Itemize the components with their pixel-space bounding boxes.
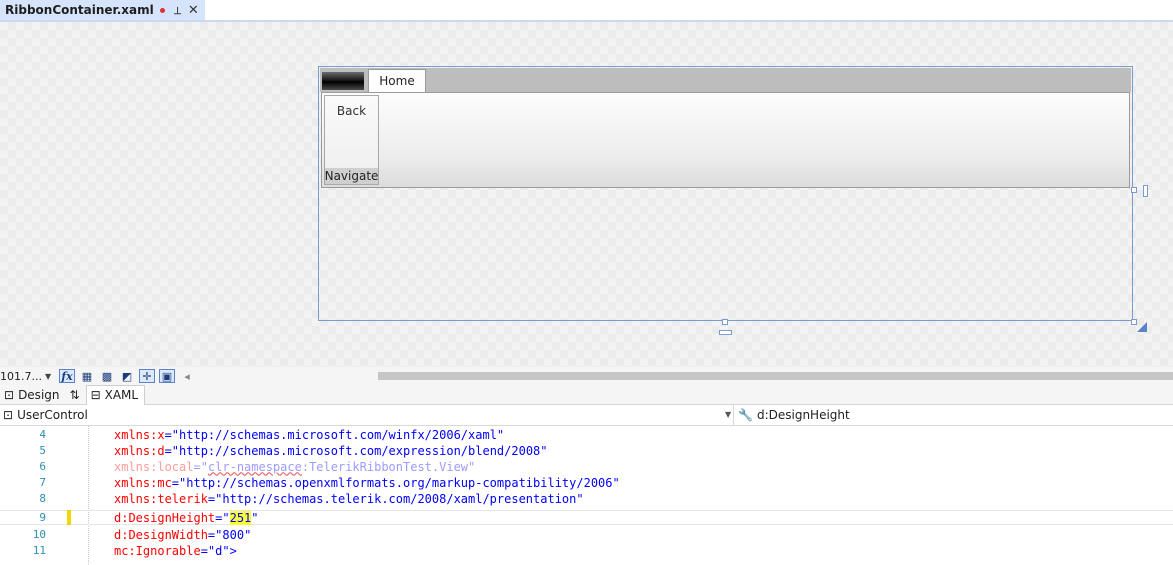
tab-design[interactable]: ⊡ Design [0,385,66,404]
line-number: 5 [39,444,46,457]
element-name: UserControl [17,408,88,422]
horizontal-scrollbar[interactable] [378,372,1173,380]
attribute-name: mc:Ignorable [114,543,201,558]
tag-close: > [229,543,237,558]
bottom-resize-handle[interactable] [722,319,728,325]
attribute-value: http://schemas.microsoft.com/winfx/2006/… [179,427,497,442]
right-resize-handle[interactable] [1131,187,1137,193]
code-line: 8 xmlns:telerik="http://schemas.telerik.… [0,491,1173,506]
effects-icon[interactable]: fx [59,369,75,383]
document-tab[interactable]: RibbonContainer.xaml ⊣ ✕ [0,0,205,20]
design-surface[interactable]: Home Back Navigate [0,22,1173,367]
xaml-icon: ⊟ [90,388,101,402]
usercontrol-frame[interactable]: Home Back Navigate [318,66,1133,321]
code-line: 10 d:DesignWidth="800" [0,527,1173,542]
tab-home[interactable]: Home [368,69,426,92]
chevron-down-icon[interactable]: ▼ [725,410,731,419]
close-icon[interactable]: ✕ [188,3,199,18]
line-number: 9 [39,511,46,524]
attribute-value: http://schemas.openxmlformats.org/markup… [186,475,613,490]
right-height-grip[interactable] [1143,185,1148,197]
element-dropdown[interactable]: ⊡ UserControl [3,408,88,422]
line-number: 8 [39,492,46,505]
application-button[interactable] [322,72,364,90]
divider [733,405,734,425]
grid-icon[interactable]: ▦ [79,369,95,383]
pin-icon[interactable]: ⊣ [171,5,182,14]
zoom-combo[interactable]: 101.7... ▼ [0,370,55,383]
attribute-name: d:DesignHeight [114,510,216,525]
tab-xaml-label: XAML [104,388,139,402]
swap-icon: ⇅ [69,387,80,402]
member-dropdown[interactable]: 🔧 d:DesignHeight [738,408,850,422]
swap-panes-button[interactable]: ⇅ [66,385,86,404]
back-button[interactable]: Back [325,104,378,118]
tab-xaml[interactable]: ⊟ XAML [85,384,146,405]
code-line: 4 xmlns:x="http://schemas.microsoft.com/… [0,427,1173,442]
designer-toolbar: 101.7... ▼ fx ▦ ▩ ◩ ✛ ▣ ◂ [0,367,1173,385]
zoom-value: 101.7... [0,369,42,383]
snap-lines-icon[interactable]: ✛ [139,369,155,383]
attribute-value: 800 [222,527,245,542]
line-number: 7 [39,476,46,489]
attribute-name: xmlns:mc [114,475,172,490]
group-label: Navigate [324,168,379,184]
code-line: 6 xmlns:local="clr-namespace:TelerikRibb… [0,459,1173,474]
tab-design-label: Design [18,387,60,402]
line-number: 4 [39,428,46,441]
attribute-name: xmlns:x [114,427,165,442]
navigation-bar: ⊡ UserControl ▼ 🔧 d:DesignHeight [0,405,1173,426]
chevron-down-icon[interactable]: ▼ [45,372,51,381]
attribute-value-rest: :TelerikRibbonTest.View [301,459,469,474]
ribbon-content: Back Navigate [321,92,1130,188]
code-line: 7 xmlns:mc="http://schemas.openxmlformat… [0,475,1173,490]
bottom-width-grip[interactable] [719,330,732,335]
attribute-name: xmlns:d [114,443,165,458]
member-name: d:DesignHeight [756,408,850,422]
ribbon-group-navigate: Back Navigate [324,95,379,185]
attribute-value-prefix: clr-namespace [207,459,302,474]
line-number: 10 [32,528,46,541]
change-marker [67,510,71,525]
element-icon: ⊡ [3,408,14,422]
project-code-icon[interactable]: ▣ [159,369,175,383]
wrench-icon: 🔧 [738,408,753,422]
view-switch-bar: ⊡ Design ⇅ ⊟ XAML [0,384,1173,405]
line-number: 11 [32,544,46,557]
xaml-editor[interactable]: 4 xmlns:x="http://schemas.microsoft.com/… [0,426,1173,565]
line-number: 6 [39,460,46,473]
modified-indicator-icon [159,7,165,13]
design-icon: ⊡ [4,387,15,402]
document-tab-title[interactable]: RibbonContainer.xaml [5,3,154,17]
code-line: 11 mc:Ignorable="d"> [0,543,1173,558]
document-tab-strip: RibbonContainer.xaml ⊣ ✕ [0,0,1173,22]
code-line-current: 9 d:DesignHeight="251" [0,510,1173,525]
code-line: 5 xmlns:d="http://schemas.microsoft.com/… [0,443,1173,458]
ribbon-tab-bar: Home [320,68,1131,92]
snap-grid-icon[interactable]: ▩ [99,369,115,383]
attribute-value: http://schemas.telerik.com/2008/xaml/pre… [222,491,577,506]
corner-resize-icon[interactable] [1137,322,1147,332]
attribute-value: 251 [229,510,252,525]
attribute-name: xmlns:telerik [114,491,208,506]
attribute-name: d:DesignWidth [114,527,208,542]
attribute-value: http://schemas.microsoft.com/expression/… [179,443,541,458]
attribute-name: xmlns:local [114,459,194,474]
scroll-left-icon[interactable]: ◂ [179,369,195,383]
artboard-icon[interactable]: ◩ [119,369,135,383]
